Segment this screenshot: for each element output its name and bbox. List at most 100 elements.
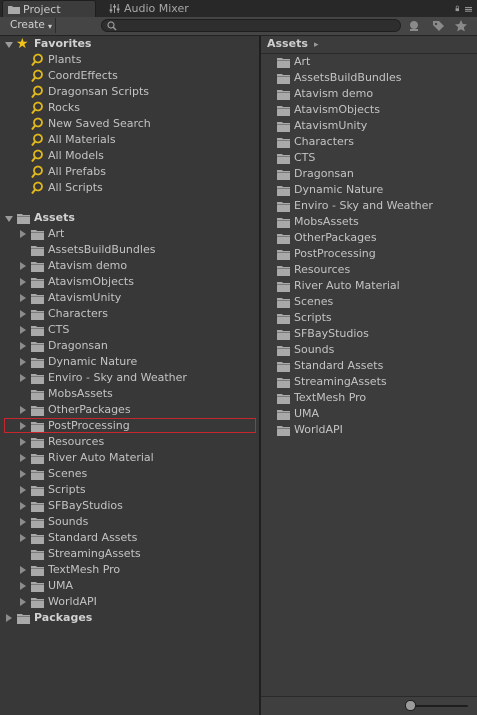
search-by-type-icon[interactable] xyxy=(406,18,422,34)
tree-folder-item[interactable]: AssetsBuildBundles xyxy=(0,242,259,258)
folder-list-item[interactable]: TextMesh Pro xyxy=(261,390,477,406)
expand-arrow-icon[interactable] xyxy=(20,598,26,606)
label-tag-icon[interactable] xyxy=(430,18,446,34)
favorite-item[interactable]: Plants xyxy=(0,52,259,68)
tree-folder-item[interactable]: Art xyxy=(0,226,259,242)
folder-icon xyxy=(277,138,290,148)
folder-list-item[interactable]: AssetsBuildBundles xyxy=(261,70,477,86)
folder-list-item[interactable]: Sounds xyxy=(261,342,477,358)
search-field[interactable] xyxy=(101,19,401,32)
favorite-item[interactable]: All Materials xyxy=(0,132,259,148)
folder-list-item[interactable]: Atavism demo xyxy=(261,86,477,102)
tree-folder-item[interactable]: Dragonsan xyxy=(0,338,259,354)
panel-menu-icon[interactable] xyxy=(465,3,472,14)
folder-list-item[interactable]: MobsAssets xyxy=(261,214,477,230)
folder-list-item[interactable]: CTS xyxy=(261,150,477,166)
expand-arrow-icon[interactable] xyxy=(5,42,13,48)
icon-size-slider-thumb[interactable] xyxy=(405,700,416,711)
expand-arrow-icon[interactable] xyxy=(20,294,26,302)
expand-arrow-icon[interactable] xyxy=(20,326,26,334)
tab-project[interactable]: Project xyxy=(2,0,96,17)
tree-folder-item[interactable]: OtherPackages xyxy=(0,402,259,418)
create-dropdown-button[interactable]: Create ▾ xyxy=(4,18,56,33)
tree-folder-item[interactable]: TextMesh Pro xyxy=(0,562,259,578)
expand-arrow-icon[interactable] xyxy=(20,582,26,590)
tree-folder-item[interactable]: AtavismObjects xyxy=(0,274,259,290)
search-input[interactable] xyxy=(122,20,392,31)
folder-list-item[interactable]: Art xyxy=(261,54,477,70)
breadcrumb-assets[interactable]: Assets xyxy=(267,37,308,50)
expand-arrow-icon[interactable] xyxy=(20,470,26,478)
expand-arrow-icon[interactable] xyxy=(20,374,26,382)
tree-folder-item[interactable]: SFBayStudios xyxy=(0,498,259,514)
expand-arrow-icon[interactable] xyxy=(20,406,26,414)
tree-folder-item[interactable]: AtavismUnity xyxy=(0,290,259,306)
expand-arrow-icon[interactable] xyxy=(6,614,12,622)
folder-list-item[interactable]: Standard Assets xyxy=(261,358,477,374)
tree-folder-item[interactable]: Standard Assets xyxy=(0,530,259,546)
expand-arrow-icon[interactable] xyxy=(20,454,26,462)
folder-list-item[interactable]: Scenes xyxy=(261,294,477,310)
tree-folder-item[interactable]: CTS xyxy=(0,322,259,338)
expand-arrow-icon[interactable] xyxy=(20,486,26,494)
favorite-item[interactable]: All Scripts xyxy=(0,180,259,196)
folder-list-item[interactable]: AtavismUnity xyxy=(261,118,477,134)
folder-contents-pane[interactable]: Assets ▸ Art AssetsBuildBundles Atavism de… xyxy=(261,36,477,715)
folder-list-item[interactable]: Dragonsan xyxy=(261,166,477,182)
star-filter-icon[interactable] xyxy=(453,18,469,34)
tree-folder-item[interactable]: UMA xyxy=(0,578,259,594)
tree-folder-item[interactable]: Enviro - Sky and Weather xyxy=(0,370,259,386)
assets-header[interactable]: Assets xyxy=(0,210,259,226)
expand-arrow-icon[interactable] xyxy=(20,262,26,270)
tree-folder-item[interactable]: Sounds xyxy=(0,514,259,530)
folder-list-item[interactable]: WorldAPI xyxy=(261,422,477,438)
tree-folder-item[interactable]: Characters xyxy=(0,306,259,322)
tree-folder-item[interactable]: WorldAPI xyxy=(0,594,259,610)
tree-folder-item[interactable]: Scenes xyxy=(0,466,259,482)
folder-list-item[interactable]: UMA xyxy=(261,406,477,422)
tree-folder-item[interactable]: MobsAssets xyxy=(0,386,259,402)
favorite-item[interactable]: New Saved Search xyxy=(0,116,259,132)
expand-arrow-icon[interactable] xyxy=(20,534,26,542)
tree-folder-item[interactable]: Atavism demo xyxy=(0,258,259,274)
folder-list-item[interactable]: StreamingAssets xyxy=(261,374,477,390)
expand-arrow-icon[interactable] xyxy=(20,438,26,446)
expand-arrow-icon[interactable] xyxy=(5,216,13,222)
folder-list-item[interactable]: Characters xyxy=(261,134,477,150)
expand-arrow-icon[interactable] xyxy=(20,502,26,510)
expand-arrow-icon[interactable] xyxy=(20,342,26,350)
folder-list-item[interactable]: Enviro - Sky and Weather xyxy=(261,198,477,214)
icon-size-slider[interactable] xyxy=(408,705,468,707)
tree-folder-item[interactable]: Dynamic Nature xyxy=(0,354,259,370)
tree-folder-item[interactable]: StreamingAssets xyxy=(0,546,259,562)
folder-list-item[interactable]: Scripts xyxy=(261,310,477,326)
tab-audio-mixer[interactable]: Audio Mixer xyxy=(104,0,204,17)
folder-list-item[interactable]: OtherPackages xyxy=(261,230,477,246)
expand-arrow-icon[interactable] xyxy=(20,358,26,366)
packages-header[interactable]: Packages xyxy=(0,610,259,626)
folder-tree-pane[interactable]: ★ Favorites Plants CoordEffects Dragonsan … xyxy=(0,36,259,715)
tree-folder-item[interactable]: Resources xyxy=(0,434,259,450)
expand-arrow-icon[interactable] xyxy=(20,278,26,286)
expand-arrow-icon[interactable] xyxy=(20,310,26,318)
expand-arrow-icon[interactable] xyxy=(20,566,26,574)
project-toolbar: Create ▾ xyxy=(0,17,477,36)
folder-list-item[interactable]: SFBayStudios xyxy=(261,326,477,342)
favorite-item-label: All Models xyxy=(48,149,104,162)
favorite-item[interactable]: All Prefabs xyxy=(0,164,259,180)
favorite-item[interactable]: Dragonsan Scripts xyxy=(0,84,259,100)
favorite-item[interactable]: Rocks xyxy=(0,100,259,116)
folder-list-item[interactable]: River Auto Material xyxy=(261,278,477,294)
lock-icon[interactable] xyxy=(455,3,463,14)
favorites-header[interactable]: ★ Favorites xyxy=(0,36,259,52)
favorite-item[interactable]: CoordEffects xyxy=(0,68,259,84)
folder-list-item[interactable]: AtavismObjects xyxy=(261,102,477,118)
favorite-item[interactable]: All Models xyxy=(0,148,259,164)
tree-folder-item[interactable]: River Auto Material xyxy=(0,450,259,466)
folder-list-item[interactable]: Resources xyxy=(261,262,477,278)
folder-list-item[interactable]: PostProcessing xyxy=(261,246,477,262)
expand-arrow-icon[interactable] xyxy=(20,518,26,526)
folder-list-item[interactable]: Dynamic Nature xyxy=(261,182,477,198)
tree-folder-item[interactable]: Scripts xyxy=(0,482,259,498)
expand-arrow-icon[interactable] xyxy=(20,230,26,238)
